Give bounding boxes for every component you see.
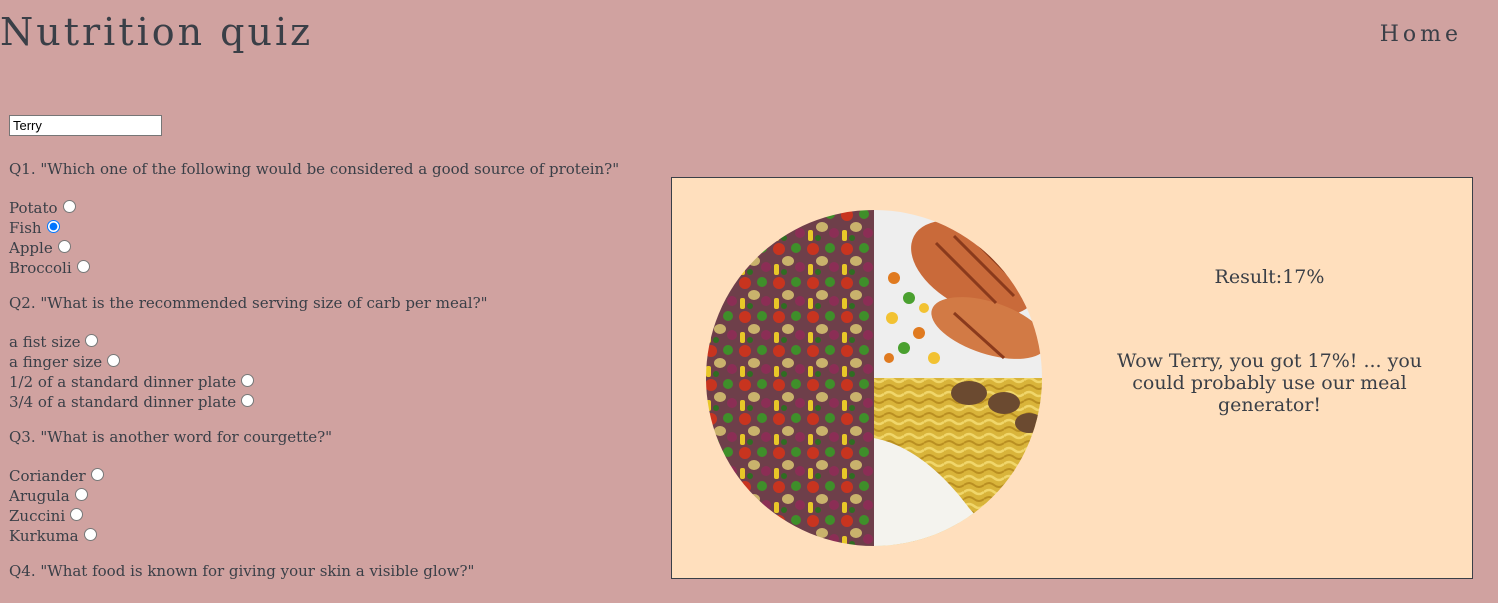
option-coriander[interactable]: Coriander — [9, 466, 619, 486]
question-text: Q4. "What food is known for giving your … — [9, 562, 475, 580]
question-text: Q1. "Which one of the following would be… — [9, 160, 620, 178]
option-label: Broccoli — [9, 259, 72, 277]
option-label: Fish — [9, 219, 42, 237]
radio-zuccini[interactable] — [70, 507, 84, 521]
option-list: a fist size a finger size 1/2 of a stand… — [9, 332, 619, 412]
option-label: 1/2 of a standard dinner plate — [9, 373, 237, 391]
option-three-quarter-plate[interactable]: 3/4 of a standard dinner plate — [9, 392, 619, 412]
option-broccoli[interactable]: Broccoli — [9, 258, 619, 278]
radio-apple[interactable] — [57, 239, 71, 253]
option-apple[interactable]: Apple — [9, 238, 619, 258]
result-message: Wow Terry, you got 17%! ... you could pr… — [1116, 350, 1423, 416]
option-label: Arugula — [9, 487, 70, 505]
name-input[interactable] — [9, 115, 162, 136]
option-fish[interactable]: Fish — [9, 218, 619, 238]
radio-half-plate[interactable] — [241, 373, 255, 387]
radio-fist-size[interactable] — [85, 333, 99, 347]
option-arugula[interactable]: Arugula — [9, 486, 619, 506]
option-list: Coriander Arugula Zuccini Kurkuma — [9, 466, 619, 546]
plate-segments — [706, 210, 1042, 546]
option-label: 3/4 of a standard dinner plate — [9, 393, 237, 411]
question-2: Q2. "What is the recommended serving siz… — [9, 292, 619, 412]
option-potato[interactable]: Potato — [9, 198, 619, 218]
option-zuccini[interactable]: Zuccini — [9, 506, 619, 526]
question-3: Q3. "What is another word for courgette?… — [9, 426, 619, 546]
result-score: Result:17% — [1214, 266, 1325, 288]
result-panel: Result:17% Wow Terry, you got 17%! ... y… — [671, 177, 1473, 579]
radio-potato[interactable] — [62, 199, 76, 213]
plate-image — [706, 210, 1042, 546]
option-label: a fist size — [9, 333, 81, 351]
radio-broccoli[interactable] — [76, 259, 90, 273]
option-list: Potato Fish Apple Broccoli — [9, 198, 619, 278]
option-kurkuma[interactable]: Kurkuma — [9, 526, 619, 546]
question-text: Q3. "What is another word for courgette?… — [9, 428, 333, 446]
option-label: Apple — [9, 239, 53, 257]
option-label: Kurkuma — [9, 527, 79, 545]
option-label: Potato — [9, 199, 58, 217]
question-text: Q2. "What is the recommended serving siz… — [9, 294, 488, 312]
radio-three-quarter-plate[interactable] — [241, 393, 255, 407]
option-label: a finger size — [9, 353, 103, 371]
quiz-form: Q1. "Which one of the following would be… — [9, 158, 619, 596]
nav-home-link[interactable]: Home — [1380, 22, 1462, 47]
vegetables-segment — [706, 210, 874, 546]
radio-kurkuma[interactable] — [83, 527, 97, 541]
question-4: Q4. "What food is known for giving your … — [9, 560, 619, 582]
site-title: Nutrition quiz — [0, 10, 314, 54]
option-label: Coriander — [9, 467, 86, 485]
option-finger-size[interactable]: a finger size — [9, 352, 619, 372]
radio-finger-size[interactable] — [107, 353, 121, 367]
radio-coriander[interactable] — [90, 467, 104, 481]
question-1: Q1. "Which one of the following would be… — [9, 158, 619, 278]
option-label: Zuccini — [9, 507, 66, 525]
option-half-plate[interactable]: 1/2 of a standard dinner plate — [9, 372, 619, 392]
radio-fish[interactable] — [46, 219, 60, 233]
radio-arugula[interactable] — [74, 487, 88, 501]
option-fist-size[interactable]: a fist size — [9, 332, 619, 352]
